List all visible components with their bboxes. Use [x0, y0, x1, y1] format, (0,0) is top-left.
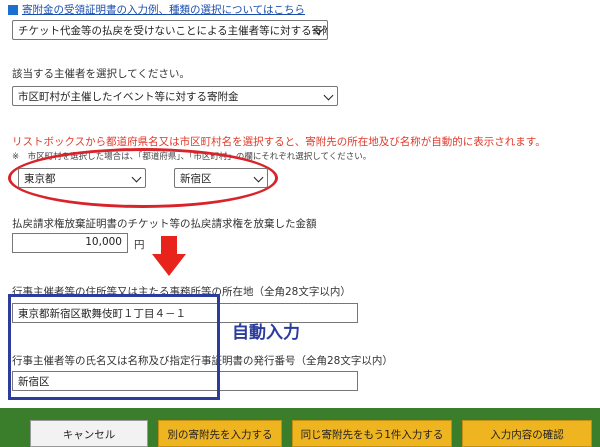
- donation-type-value: チケット代金等の払戻を受けないことによる主催者等に対する寄附金: [18, 25, 328, 37]
- amount-label: 払戻請求権放棄証明書のチケット等の払戻請求権を放棄した金額: [12, 218, 317, 230]
- organizer-value: 市区町村が主催したイベント等に対する寄附金: [18, 91, 239, 103]
- amount-input[interactable]: 10,000: [12, 233, 128, 253]
- prefecture-select[interactable]: 東京都: [18, 168, 146, 188]
- confirm-input-button[interactable]: 入力内容の確認: [462, 420, 592, 447]
- chevron-down-icon: [253, 172, 264, 183]
- cancel-button[interactable]: キャンセル: [30, 420, 148, 447]
- chevron-down-icon: [323, 90, 334, 101]
- down-arrow-icon: [152, 236, 186, 276]
- auto-input-annotation: 自動入力: [232, 323, 300, 343]
- receipt-help-link[interactable]: 寄附金の受領証明書の入力例、種類の選択についてはこちら: [8, 2, 305, 17]
- organizer-prompt: 該当する主催者を選択してください。: [12, 68, 190, 80]
- donation-type-select[interactable]: チケット代金等の払戻を受けないことによる主催者等に対する寄附金: [12, 20, 328, 40]
- prefecture-value: 東京都: [24, 173, 56, 185]
- amount-unit: 円: [134, 239, 145, 251]
- chevron-down-icon: [131, 172, 142, 183]
- add-same-donee-button[interactable]: 同じ寄附先をもう1件入力する: [292, 420, 452, 447]
- auto-display-note: リストボックスから都道府県名又は市区町村名を選択すると、寄附先の所在地及び名称が…: [12, 136, 546, 148]
- auto-input-highlight-box: [8, 294, 220, 400]
- link-bullet-icon: [8, 4, 18, 15]
- organizer-select[interactable]: 市区町村が主催したイベント等に対する寄附金: [12, 86, 338, 106]
- city-select[interactable]: 新宿区: [174, 168, 268, 188]
- receipt-help-link-text[interactable]: 寄附金の受領証明書の入力例、種類の選択についてはこちら: [22, 2, 305, 17]
- add-other-donee-button[interactable]: 別の寄附先を入力する: [158, 420, 282, 447]
- city-value: 新宿区: [180, 173, 212, 185]
